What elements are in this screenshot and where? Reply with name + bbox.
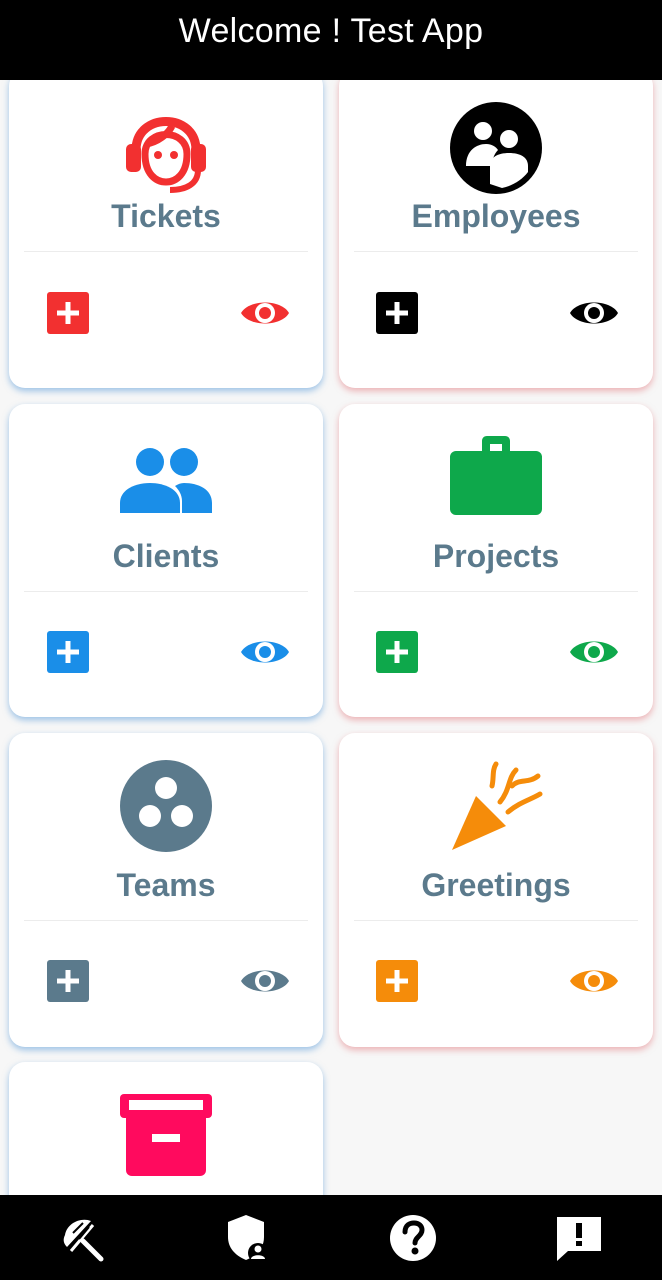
feedback-icon <box>557 1217 601 1261</box>
add-greeting-button[interactable] <box>376 960 418 1002</box>
card-label-tickets: Tickets <box>111 198 221 234</box>
nav-privacy-button[interactable] <box>222 1213 272 1263</box>
page-title: Welcome ! Test App <box>178 12 484 50</box>
bottom-navigation <box>0 1195 662 1280</box>
nav-leave-button[interactable] <box>59 1213 109 1263</box>
card-clients[interactable]: Clients <box>9 404 323 717</box>
add-team-button[interactable] <box>47 960 89 1002</box>
app-header: Welcome ! Test App <box>0 0 662 80</box>
card-greetings[interactable]: Greetings <box>339 733 653 1047</box>
divider <box>24 920 308 921</box>
party-popper-icon <box>452 761 543 850</box>
divider <box>354 920 638 921</box>
divider <box>354 251 638 252</box>
card-projects[interactable]: Projects <box>339 404 653 717</box>
card-label-clients: Clients <box>112 538 220 574</box>
card-teams[interactable]: Teams <box>9 733 323 1047</box>
card-label-employees: Employees <box>411 198 581 234</box>
nav-help-button[interactable] <box>388 1213 438 1263</box>
card-archive[interactable] <box>9 1062 323 1195</box>
add-ticket-button[interactable] <box>47 292 89 334</box>
card-label-teams: Teams <box>116 867 216 903</box>
card-label-greetings: Greetings <box>421 867 571 903</box>
shield-user-icon <box>228 1215 268 1263</box>
headset-icon <box>126 117 206 193</box>
card-label-projects: Projects <box>432 538 560 574</box>
archive-box-icon <box>120 1094 212 1176</box>
add-employee-button[interactable] <box>376 292 418 334</box>
divider <box>24 251 308 252</box>
group-circle-icon <box>450 102 542 194</box>
help-circle-icon <box>390 1215 436 1261</box>
divider <box>24 591 308 592</box>
card-tickets[interactable]: Tickets <box>9 80 323 388</box>
people-icon <box>120 448 212 513</box>
view-greetings-button[interactable] <box>568 963 620 999</box>
card-employees[interactable]: Employees <box>339 80 653 388</box>
briefcase-icon <box>450 436 542 515</box>
dashboard-grid: Tickets Employees Clients Projects Teams… <box>0 80 662 1195</box>
workspaces-icon <box>120 760 212 852</box>
view-employees-button[interactable] <box>568 295 620 331</box>
view-clients-button[interactable] <box>239 634 291 670</box>
view-projects-button[interactable] <box>568 634 620 670</box>
divider <box>354 591 638 592</box>
nav-feedback-button[interactable] <box>554 1213 604 1263</box>
view-teams-button[interactable] <box>239 963 291 999</box>
add-client-button[interactable] <box>47 631 89 673</box>
add-project-button[interactable] <box>376 631 418 673</box>
view-tickets-button[interactable] <box>239 295 291 331</box>
umbrella-beach-icon <box>63 1219 104 1262</box>
